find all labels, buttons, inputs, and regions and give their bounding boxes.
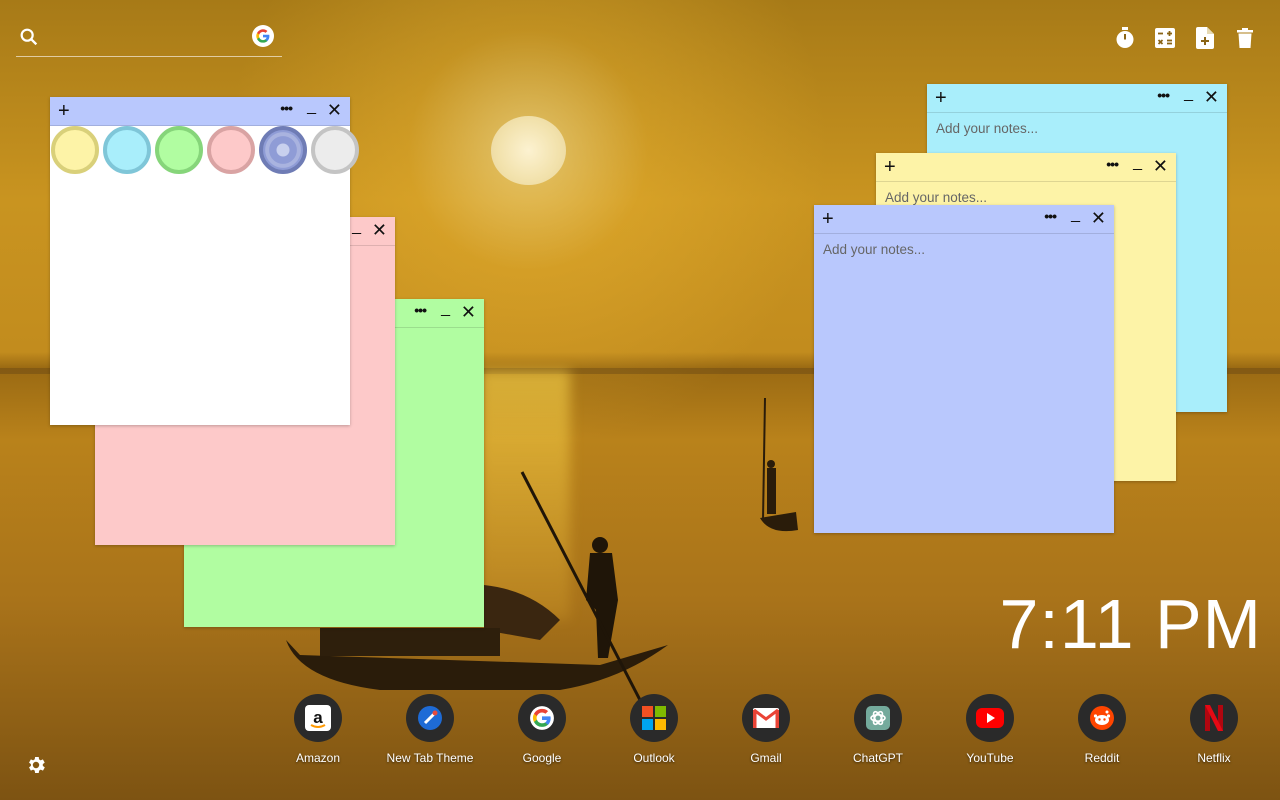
sticky-note-periwinkle: + ••• _ ✕	[814, 205, 1114, 533]
add-note-button[interactable]: +	[58, 99, 70, 123]
app-chatgpt[interactable]: ChatGPT	[822, 694, 934, 765]
close-button[interactable]: ✕	[327, 99, 342, 121]
close-button[interactable]: ✕	[372, 219, 387, 241]
minimize-button[interactable]: _	[1133, 151, 1142, 175]
note-menu-button[interactable]: •••	[1044, 205, 1057, 227]
close-button[interactable]: ✕	[1204, 86, 1219, 108]
chatgpt-icon	[854, 694, 902, 742]
app-outlook[interactable]: Outlook	[598, 694, 710, 765]
close-button[interactable]: ✕	[1091, 207, 1106, 229]
reddit-icon	[1078, 694, 1126, 742]
app-label: Reddit	[1084, 751, 1120, 765]
color-swatch-yellow[interactable]	[51, 126, 99, 174]
gmail-icon	[742, 694, 790, 742]
app-netflix[interactable]: Netflix	[1158, 694, 1270, 765]
calculator-icon[interactable]	[1153, 26, 1176, 49]
color-swatch-periwinkle[interactable]	[259, 126, 307, 174]
minimize-button[interactable]: _	[1071, 203, 1080, 227]
app-label: Google	[522, 751, 562, 765]
color-palette	[51, 126, 359, 174]
app-reddit[interactable]: Reddit	[1046, 694, 1158, 765]
timer-icon[interactable]	[1113, 26, 1136, 49]
app-label: Amazon	[295, 751, 341, 765]
new-tab-theme-icon	[406, 694, 454, 742]
sticky-note-white: + ••• _ ✕	[50, 97, 359, 425]
trash-icon[interactable]	[1233, 26, 1256, 49]
app-label: ChatGPT	[852, 751, 903, 765]
app-youtube[interactable]: YouTube	[934, 694, 1046, 765]
note-titlebar: + ••• _ ✕	[814, 205, 1114, 234]
close-button[interactable]: ✕	[461, 301, 476, 323]
note-menu-button[interactable]: •••	[1157, 84, 1170, 106]
app-label: YouTube	[966, 751, 1014, 765]
add-note-button[interactable]: +	[935, 86, 947, 110]
color-swatch-blue[interactable]	[103, 126, 151, 174]
color-swatch-pink[interactable]	[207, 126, 255, 174]
add-note-button[interactable]: +	[822, 207, 834, 231]
app-gmail[interactable]: Gmail	[710, 694, 822, 765]
app-new-tab-theme[interactable]: New Tab Theme	[374, 694, 486, 765]
note-menu-button[interactable]: •••	[280, 97, 293, 119]
app-label: Netflix	[1197, 751, 1231, 765]
note-titlebar: + ••• _ ✕	[50, 97, 350, 126]
note-textarea[interactable]	[50, 177, 350, 425]
search-bar	[16, 22, 282, 57]
app-dock: a Amazon New Tab Theme Google Outlook Gm…	[262, 694, 1272, 765]
note-textarea[interactable]	[814, 234, 1114, 533]
search-icon[interactable]	[18, 26, 40, 53]
youtube-icon	[966, 694, 1014, 742]
netflix-icon	[1190, 694, 1238, 742]
minimize-button[interactable]: _	[441, 297, 450, 321]
google-icon	[518, 694, 566, 742]
clock: 7:11 PM	[999, 585, 1262, 663]
svg-text:a: a	[313, 708, 323, 727]
amazon-icon: a	[294, 694, 342, 742]
note-titlebar: + ••• _ ✕	[927, 84, 1227, 113]
gear-icon[interactable]	[25, 754, 47, 776]
minimize-button[interactable]: _	[352, 215, 361, 239]
color-swatch-green[interactable]	[155, 126, 203, 174]
app-amazon[interactable]: a Amazon	[262, 694, 374, 765]
color-swatch-gray[interactable]	[311, 126, 359, 174]
app-label: New Tab Theme	[386, 751, 474, 765]
app-label: Outlook	[633, 751, 675, 765]
note-menu-button[interactable]: •••	[1106, 153, 1119, 175]
note-menu-button[interactable]: •••	[414, 299, 427, 321]
minimize-button[interactable]: _	[307, 95, 316, 119]
search-input[interactable]	[52, 26, 256, 52]
google-icon[interactable]	[252, 25, 274, 47]
note-titlebar: + ••• _ ✕	[876, 153, 1176, 182]
toolbar	[1113, 26, 1256, 49]
add-note-button[interactable]: +	[884, 155, 896, 179]
close-button[interactable]: ✕	[1153, 155, 1168, 177]
add-note-icon[interactable]	[1193, 26, 1216, 49]
minimize-button[interactable]: _	[1184, 82, 1193, 106]
app-google[interactable]: Google	[486, 694, 598, 765]
microsoft-icon	[630, 694, 678, 742]
app-label: Gmail	[750, 751, 782, 765]
